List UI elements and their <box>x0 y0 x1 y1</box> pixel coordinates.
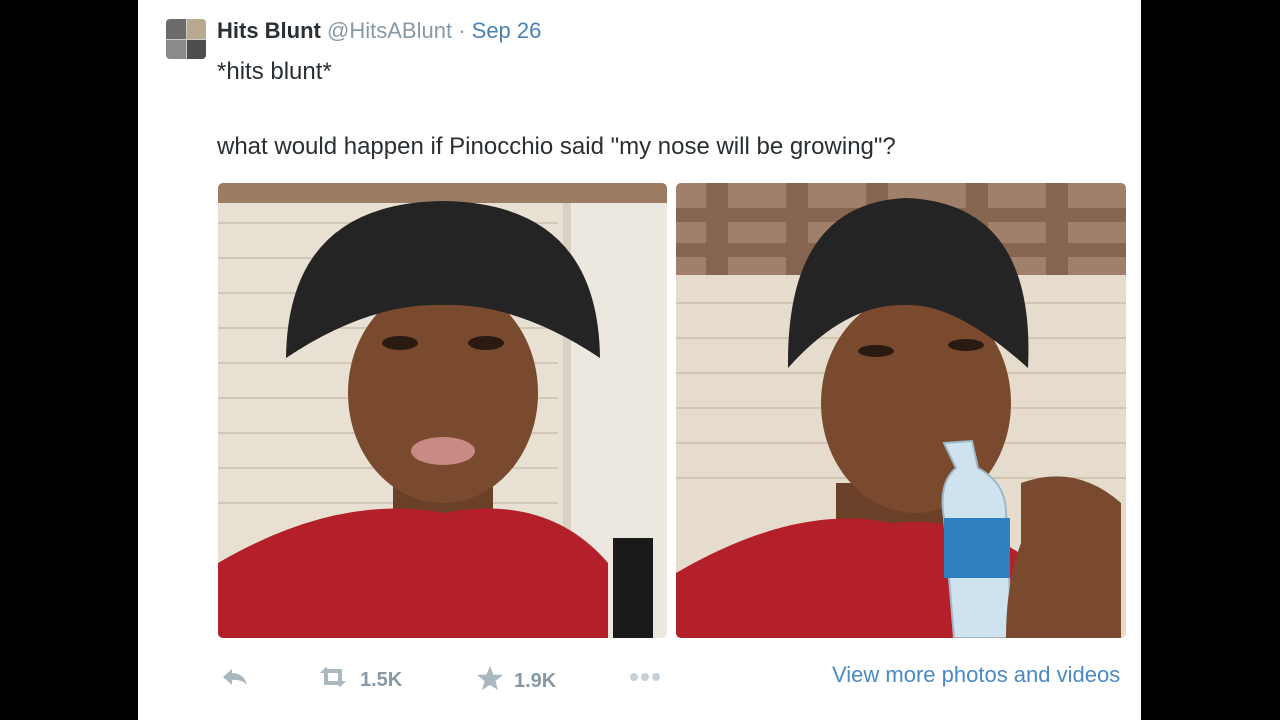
photo-2-illustration <box>676 183 1126 638</box>
avatar[interactable] <box>166 19 206 59</box>
display-name[interactable]: Hits Blunt <box>217 18 321 43</box>
view-more-photos-link[interactable]: View more photos and videos <box>832 662 1120 688</box>
retweet-count: 1.5K <box>360 668 403 691</box>
more-dots-icon <box>628 665 662 695</box>
reply-button[interactable] <box>220 665 250 695</box>
tweet-header: Hits Blunt @HitsABlunt · Sep 26 <box>217 18 541 44</box>
favorite-button[interactable]: 1.9K <box>476 665 556 697</box>
more-options-button[interactable] <box>628 665 662 695</box>
photo-1-illustration <box>218 183 667 638</box>
tweet-date[interactable]: Sep 26 <box>472 18 542 43</box>
tweet-photo-2[interactable] <box>676 183 1126 638</box>
star-icon <box>476 665 504 697</box>
tweet-photo-1[interactable] <box>218 183 667 638</box>
retweet-icon <box>316 665 350 695</box>
reply-icon <box>220 665 250 695</box>
favorite-count: 1.9K <box>514 669 557 692</box>
retweet-button[interactable]: 1.5K <box>316 665 402 695</box>
tweet-text-line-2: what would happen if Pinocchio said "my … <box>217 133 896 160</box>
separator: · <box>458 18 466 43</box>
tweet-text-line-1: *hits blunt* <box>217 58 332 85</box>
user-handle[interactable]: @HitsABlunt <box>327 18 452 43</box>
